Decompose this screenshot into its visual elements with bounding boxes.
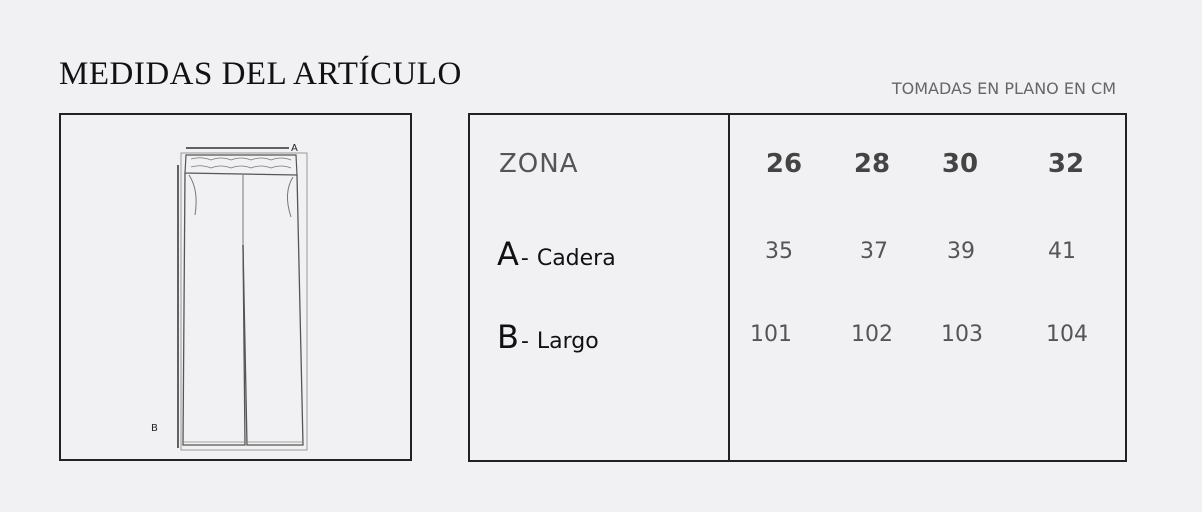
size-table: ZONA 26 28 30 32 A - Cadera 35 37 39 41 … (468, 113, 1127, 462)
table-cell: 35 (765, 239, 793, 264)
row-dash: - (520, 329, 529, 354)
size-header: 32 (1047, 149, 1085, 179)
row-name: Largo (536, 329, 599, 354)
row-label-largo: B - Largo (497, 318, 599, 356)
row-letter: A (497, 235, 519, 273)
size-header: 30 (941, 149, 979, 179)
table-cell: 39 (947, 239, 975, 264)
table-cell: 41 (1048, 239, 1076, 264)
right-leg (242, 174, 304, 446)
row-dash: - (520, 246, 529, 271)
label-a: A (291, 143, 298, 154)
size-header: 28 (853, 149, 891, 179)
table-cell: 37 (860, 239, 888, 264)
table-cell: 102 (851, 322, 893, 347)
measurement-note: TOMADAS EN PLANO EN CM (891, 79, 1116, 98)
left-leg (182, 172, 246, 446)
size-header: 26 (765, 149, 803, 179)
row-name: Cadera (536, 246, 616, 271)
page-title: MEDIDAS DEL ARTÍCULO (59, 56, 462, 92)
column-divider (728, 115, 730, 460)
table-cell: 104 (1046, 322, 1088, 347)
pants-illustration: A B (151, 143, 308, 451)
table-cell: 103 (941, 322, 983, 347)
garment-diagram: A B (59, 113, 412, 461)
zona-header: ZONA (499, 149, 579, 179)
row-letter: B (497, 318, 519, 356)
table-cell: 101 (750, 322, 792, 347)
row-label-cadera: A - Cadera (497, 235, 616, 273)
label-b: B (151, 423, 158, 434)
